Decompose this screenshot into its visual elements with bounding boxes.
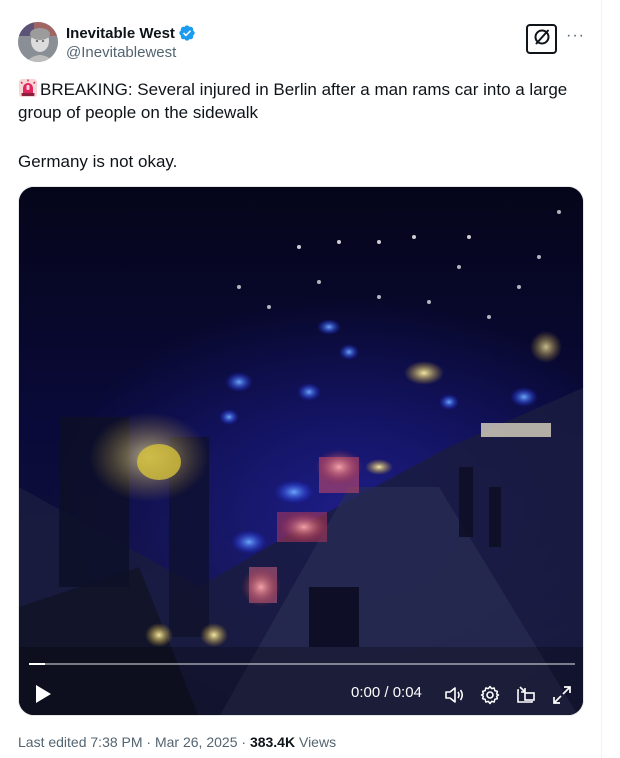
grok-button[interactable] (526, 24, 557, 54)
author-name-row: Inevitable West (66, 24, 196, 42)
tweet-time[interactable]: 7:38 PM (90, 734, 142, 750)
tweet-text: BREAKING: Several injured in Berlin afte… (18, 78, 588, 124)
avatar[interactable] (18, 22, 58, 62)
settings-icon[interactable] (479, 684, 501, 706)
rotating-light-icon (18, 78, 38, 98)
more-options-button[interactable]: ··· (566, 26, 585, 46)
tweet-text-paragraph2: Germany is not okay. (18, 152, 178, 171)
tweet-text-line2: group of people on the sidewalk (18, 103, 259, 122)
display-name[interactable]: Inevitable West (66, 25, 175, 42)
verified-badge-icon[interactable] (178, 24, 196, 42)
views-label[interactable]: Views (295, 734, 336, 750)
tweet-date[interactable]: Mar 26, 2025 (155, 734, 238, 750)
views-count[interactable]: 383.4K (250, 734, 295, 750)
grok-slash-circle-icon (532, 27, 552, 52)
video-player[interactable]: 0:00 / 0:04 (18, 186, 584, 716)
tweet-card: Inevitable West @Inevitablewest ··· BREA… (0, 0, 602, 758)
video-progress-bar[interactable] (29, 663, 575, 665)
fullscreen-icon[interactable] (551, 684, 573, 706)
meta-separator: · (142, 734, 155, 750)
volume-icon[interactable] (443, 684, 465, 706)
edited-label[interactable]: Last edited (18, 734, 90, 750)
tweet-meta: Last edited 7:38 PM · Mar 26, 2025 · 383… (18, 734, 336, 750)
video-frame (19, 187, 583, 715)
author-handle[interactable]: @Inevitablewest (66, 44, 176, 61)
video-progress-fill (29, 663, 46, 665)
meta-separator: · (237, 734, 250, 750)
video-time-display: 0:00 / 0:04 (351, 684, 422, 701)
play-icon[interactable] (33, 683, 53, 705)
tweet-text-line1: BREAKING: Several injured in Berlin afte… (40, 80, 568, 99)
pip-icon[interactable] (515, 684, 537, 706)
